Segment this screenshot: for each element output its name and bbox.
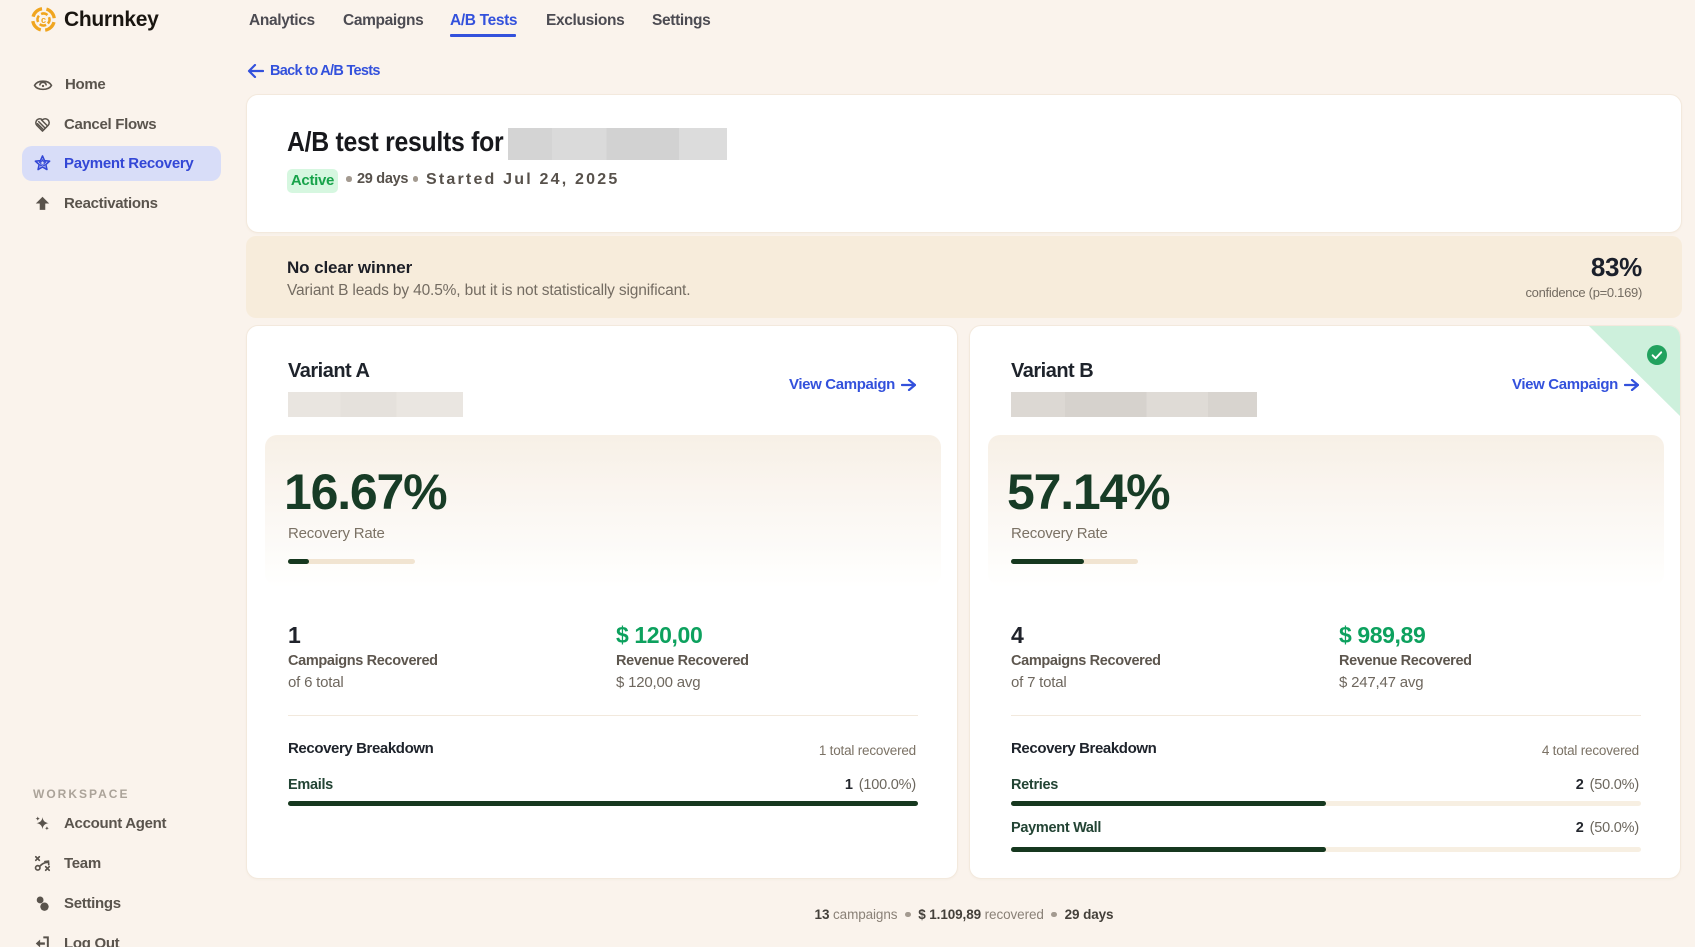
svg-text:c: c bbox=[41, 15, 46, 25]
